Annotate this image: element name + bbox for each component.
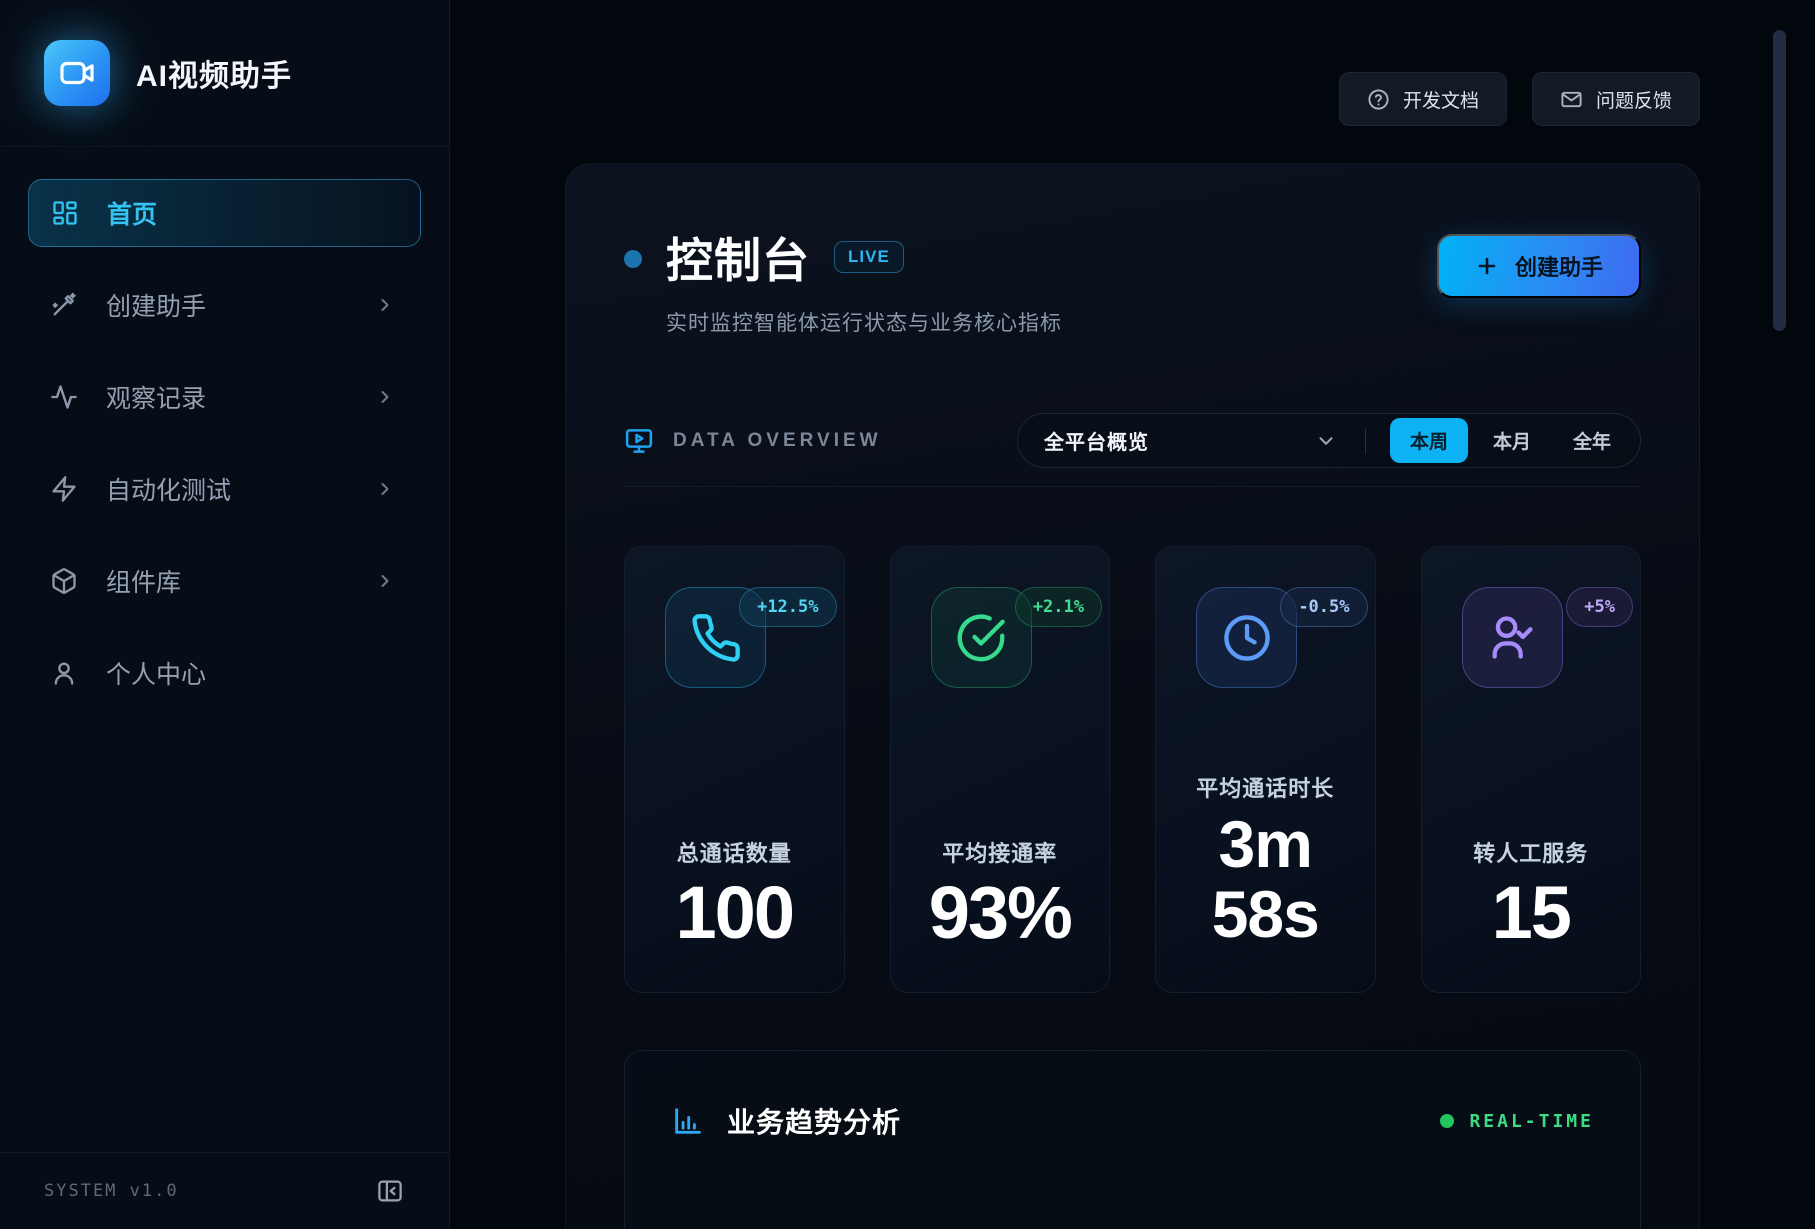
cube-icon bbox=[50, 567, 78, 595]
time-range-tabs: 本周 本月 全年 bbox=[1390, 418, 1628, 463]
create-assistant-button[interactable]: 创建助手 bbox=[1437, 234, 1641, 298]
chevron-right-icon bbox=[375, 387, 395, 407]
platform-filter-select[interactable]: 全平台概览 bbox=[1044, 426, 1149, 455]
status-dot bbox=[624, 250, 642, 268]
realtime-label: REAL-TIME bbox=[1469, 1111, 1594, 1132]
vertical-scrollbar[interactable] bbox=[1773, 30, 1786, 331]
app-logo bbox=[44, 40, 110, 106]
overview-filter-bar: 全平台概览 本周 本月 全年 bbox=[1017, 413, 1641, 468]
sidebar-item-label: 首页 bbox=[107, 195, 157, 231]
dashboard-icon bbox=[51, 199, 79, 227]
dev-docs-button[interactable]: 开发文档 bbox=[1339, 72, 1507, 126]
page-title: 控制台 bbox=[666, 222, 810, 291]
divider bbox=[1365, 428, 1366, 454]
overview-row: DATA OVERVIEW 全平台概览 本周 本月 全年 bbox=[624, 413, 1641, 468]
stat-card-total-calls: +12.5% 总通话数量 100 bbox=[624, 546, 845, 993]
sidebar-item-observation-log[interactable]: 观察记录 bbox=[28, 363, 421, 431]
trend-title: 业务趋势分析 bbox=[727, 1101, 901, 1141]
delta-badge: +5% bbox=[1566, 587, 1633, 627]
stat-value: 15 bbox=[1442, 876, 1621, 950]
stat-label: 转人工服务 bbox=[1442, 836, 1621, 868]
system-version: SYSTEM v1.0 bbox=[44, 1181, 179, 1201]
mail-icon bbox=[1560, 88, 1583, 111]
console-card: 控制台 LIVE 实时监控智能体运行状态与业务核心指标 创建助手 bbox=[565, 163, 1700, 1229]
sidebar-item-create-assistant[interactable]: 创建助手 bbox=[28, 271, 421, 339]
app-title: AI视频助手 bbox=[136, 51, 292, 95]
page-subtitle: 实时监控智能体运行状态与业务核心指标 bbox=[666, 307, 1062, 337]
dev-docs-label: 开发文档 bbox=[1403, 86, 1479, 113]
divider bbox=[624, 486, 1641, 487]
main-area: 开发文档 问题反馈 控制台 LIVE 实时监控智能体运行状态与业务核心指标 bbox=[450, 0, 1815, 1229]
stat-card-answer-rate: +2.1% 平均接通率 93% bbox=[890, 546, 1111, 993]
sidebar-item-label: 自动化测试 bbox=[106, 471, 231, 507]
feedback-label: 问题反馈 bbox=[1596, 86, 1672, 113]
stat-label: 平均接通率 bbox=[911, 836, 1090, 868]
chevron-right-icon bbox=[375, 479, 395, 499]
console-header: 控制台 LIVE 实时监控智能体运行状态与业务核心指标 创建助手 bbox=[624, 222, 1641, 337]
sidebar-item-label: 个人中心 bbox=[106, 655, 206, 691]
chevron-right-icon bbox=[375, 295, 395, 315]
chevron-right-icon bbox=[375, 571, 395, 591]
tab-this-month[interactable]: 本月 bbox=[1476, 418, 1548, 463]
sidebar-item-component-library[interactable]: 组件库 bbox=[28, 547, 421, 615]
tab-this-year[interactable]: 全年 bbox=[1556, 418, 1628, 463]
sidebar-item-label: 组件库 bbox=[106, 563, 181, 599]
delta-badge: -0.5% bbox=[1280, 587, 1367, 627]
activity-icon bbox=[50, 383, 78, 411]
wand-icon bbox=[50, 291, 78, 319]
zap-icon bbox=[50, 475, 78, 503]
stat-value: 100 bbox=[645, 876, 824, 950]
chevron-down-icon[interactable] bbox=[1315, 430, 1337, 452]
sidebar-item-automation-test[interactable]: 自动化测试 bbox=[28, 455, 421, 523]
video-camera-icon bbox=[58, 54, 96, 92]
delta-badge: +12.5% bbox=[739, 587, 836, 627]
sidebar: AI视频助手 首页 创建助手 bbox=[0, 0, 450, 1229]
monitor-play-icon bbox=[624, 426, 654, 456]
user-check-icon bbox=[1462, 587, 1563, 688]
sidebar-footer: SYSTEM v1.0 bbox=[0, 1152, 449, 1229]
stats-grid: +12.5% 总通话数量 100 +2.1% 平均接通率 93% bbox=[624, 546, 1641, 993]
topbar: 开发文档 问题反馈 bbox=[565, 72, 1700, 126]
section-label: DATA OVERVIEW bbox=[673, 430, 882, 452]
plus-icon bbox=[1475, 254, 1499, 278]
live-badge: LIVE bbox=[834, 241, 904, 273]
trend-analysis-card: 业务趋势分析 REAL-TIME bbox=[624, 1050, 1641, 1229]
stat-card-avg-duration: -0.5% 平均通话时长 3m 58s bbox=[1155, 546, 1376, 993]
stat-card-human-transfer: +5% 转人工服务 15 bbox=[1421, 546, 1642, 993]
app-header: AI视频助手 bbox=[0, 0, 449, 147]
green-status-dot bbox=[1440, 1114, 1454, 1128]
tab-this-week[interactable]: 本周 bbox=[1390, 418, 1468, 463]
sidebar-item-label: 创建助手 bbox=[106, 287, 206, 323]
sidebar-item-label: 观察记录 bbox=[106, 379, 206, 415]
bar-chart-icon bbox=[671, 1104, 705, 1138]
create-assistant-label: 创建助手 bbox=[1515, 250, 1603, 282]
user-icon bbox=[50, 659, 78, 687]
help-circle-icon bbox=[1367, 88, 1390, 111]
stat-value: 3m 58s bbox=[1176, 809, 1355, 950]
sidebar-item-personal-center[interactable]: 个人中心 bbox=[28, 639, 421, 707]
stat-label: 平均通话时长 bbox=[1176, 771, 1355, 803]
stat-label: 总通话数量 bbox=[645, 836, 824, 868]
stat-value: 93% bbox=[911, 876, 1090, 950]
sidebar-item-home[interactable]: 首页 bbox=[28, 179, 421, 247]
realtime-status: REAL-TIME bbox=[1440, 1111, 1594, 1132]
feedback-button[interactable]: 问题反馈 bbox=[1532, 72, 1700, 126]
delta-badge: +2.1% bbox=[1015, 587, 1102, 627]
sidebar-nav: 首页 创建助手 观察记录 bbox=[0, 147, 449, 707]
sidebar-collapse-icon[interactable] bbox=[375, 1176, 405, 1206]
